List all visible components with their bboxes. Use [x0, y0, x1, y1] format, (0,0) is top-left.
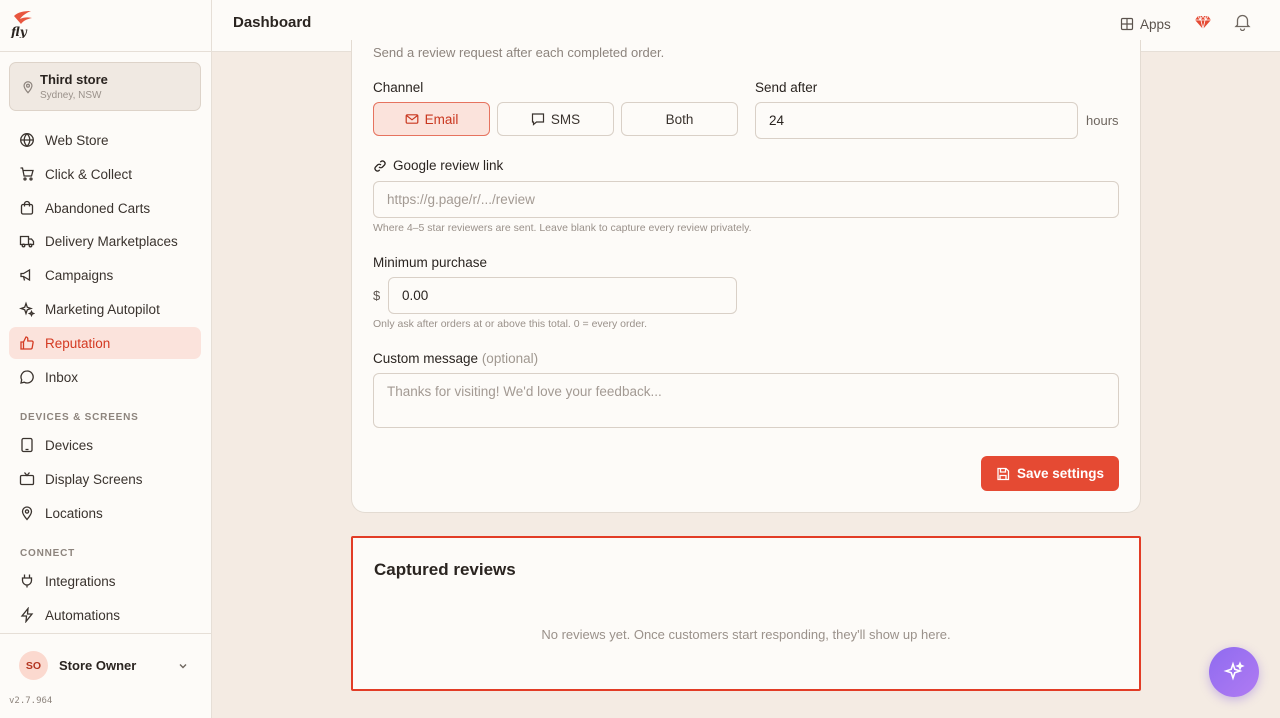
- custom-message-label-text: Custom message: [373, 351, 479, 366]
- minimum-purchase-input[interactable]: 0.00: [388, 277, 737, 314]
- page-title: Dashboard: [233, 14, 312, 31]
- sidebar-item-display-screens[interactable]: Display Screens: [9, 463, 201, 495]
- sparkle-icon: [1223, 661, 1245, 681]
- send-after-input[interactable]: 24: [755, 102, 1078, 139]
- currency-symbol: $: [373, 288, 381, 303]
- section-label-devices: DEVICES & SCREENS: [20, 412, 139, 423]
- sidebar-item-label: Abandoned Carts: [45, 200, 151, 216]
- bolt-icon: [20, 607, 34, 623]
- apps-button[interactable]: Apps: [1120, 14, 1171, 34]
- plug-icon: [21, 574, 33, 588]
- google-link-label: Google review link: [373, 158, 503, 173]
- sidebar-item-devices[interactable]: Devices: [9, 429, 201, 461]
- divider: [0, 633, 211, 634]
- map-pin-icon: [23, 81, 33, 94]
- device-icon: [21, 437, 33, 453]
- channel-both-button[interactable]: Both: [621, 102, 738, 136]
- channel-label-text: Email: [424, 111, 459, 127]
- sidebar-item-campaigns[interactable]: Campaigns: [9, 259, 201, 291]
- sidebar-item-inbox[interactable]: Inbox: [9, 361, 201, 393]
- thumbs-up-icon: [20, 336, 34, 350]
- gem-icon[interactable]: [1194, 13, 1212, 31]
- custom-message-label: Custom message (optional): [373, 351, 538, 366]
- apps-label: Apps: [1140, 16, 1171, 32]
- store-switcher[interactable]: Third store Sydney, NSW: [9, 62, 201, 111]
- sidebar-item-label: Web Store: [45, 132, 109, 148]
- sidebar-item-locations[interactable]: Locations: [9, 497, 201, 529]
- captured-reviews-card: Captured reviews No reviews yet. Once cu…: [351, 536, 1141, 691]
- sidebar-item-reputation[interactable]: Reputation: [9, 327, 201, 359]
- google-link-label-text: Google review link: [393, 158, 504, 173]
- channel-email-button[interactable]: Email: [373, 102, 490, 136]
- channel-label-text: SMS: [550, 111, 581, 127]
- user-menu[interactable]: SO Store Owner: [19, 651, 195, 680]
- section-label-connect: CONNECT: [20, 548, 76, 559]
- truck-icon: [19, 235, 35, 248]
- store-name: Third store: [40, 72, 108, 87]
- avatar: SO: [19, 651, 48, 680]
- sidebar-item-label: Reputation: [45, 335, 111, 351]
- sidebar-item-label: Automations: [45, 607, 121, 623]
- settings-intro: Send a review request after each complet…: [373, 45, 665, 60]
- sidebar-item-label: Delivery Marketplaces: [45, 233, 178, 249]
- divider: [0, 51, 211, 52]
- send-after-label: Send after: [755, 80, 818, 95]
- mail-icon: [405, 114, 419, 124]
- cart-icon: [20, 167, 34, 181]
- channel-sms-button[interactable]: SMS: [497, 102, 614, 136]
- sidebar-item-label: Click & Collect: [45, 166, 133, 182]
- save-icon: [997, 467, 1010, 480]
- sidebar-item-label: Display Screens: [45, 471, 143, 487]
- google-review-link-input[interactable]: https://g.page/r/.../review: [373, 181, 1119, 218]
- sidebar-item-automations[interactable]: Automations: [9, 599, 201, 631]
- tv-icon: [19, 472, 35, 486]
- sidebar-item-label: Integrations: [45, 573, 116, 589]
- reviews-empty-state: No reviews yet. Once customers start res…: [541, 627, 951, 642]
- store-location: Sydney, NSW: [40, 90, 102, 101]
- pin-icon: [21, 506, 33, 521]
- app-version: v2.7.964: [9, 696, 53, 706]
- sidebar-item-abandoned-carts[interactable]: Abandoned Carts: [9, 192, 201, 224]
- user-name: Store Owner: [59, 658, 137, 673]
- sidebar-item-web-store[interactable]: Web Store: [9, 124, 201, 156]
- minimum-purchase-label: Minimum purchase: [373, 255, 488, 270]
- sidebar-item-label: Inbox: [45, 369, 79, 385]
- bell-icon[interactable]: [1233, 12, 1252, 31]
- save-settings-button[interactable]: Save settings: [981, 456, 1119, 491]
- link-icon: [374, 159, 386, 172]
- bag-icon: [20, 200, 34, 215]
- sidebar-item-label: Devices: [45, 437, 94, 453]
- globe-icon: [20, 133, 34, 147]
- optional-tag: (optional): [481, 351, 539, 366]
- sidebar: fly Third store Sydney, NSW Web Store Cl…: [0, 0, 212, 718]
- save-settings-label: Save settings: [1016, 466, 1105, 481]
- sparkles-icon: [19, 301, 35, 317]
- custom-message-textarea[interactable]: Thanks for visiting! We'd love your feed…: [373, 373, 1119, 428]
- captured-reviews-title: Captured reviews: [374, 560, 516, 579]
- sidebar-item-delivery-marketplaces[interactable]: Delivery Marketplaces: [9, 225, 201, 257]
- grid-icon: [1120, 17, 1134, 31]
- svg-text:fly: fly: [10, 25, 28, 38]
- send-after-unit: hours: [1086, 113, 1119, 128]
- channel-label: Channel: [373, 80, 424, 95]
- sidebar-item-marketing-autopilot[interactable]: Marketing Autopilot: [9, 293, 201, 325]
- sidebar-item-integrations[interactable]: Integrations: [9, 565, 201, 597]
- sidebar-item-click-collect[interactable]: Click & Collect: [9, 158, 201, 190]
- sidebar-item-label: Locations: [45, 505, 103, 521]
- google-link-hint: Where 4–5 star reviewers are sent. Leave…: [373, 222, 752, 234]
- ai-assistant-button[interactable]: [1209, 647, 1259, 697]
- channel-label-text: Both: [665, 111, 694, 127]
- minimum-purchase-hint: Only ask after orders at or above this t…: [373, 318, 648, 330]
- megaphone-icon: [20, 268, 31, 282]
- message-icon: [531, 113, 544, 126]
- chevron-down-icon: [179, 664, 187, 669]
- sidebar-item-label: Marketing Autopilot: [45, 301, 160, 317]
- sidebar-item-label: Campaigns: [45, 267, 114, 283]
- fly-logo[interactable]: fly: [10, 8, 36, 39]
- chat-icon: [20, 370, 34, 384]
